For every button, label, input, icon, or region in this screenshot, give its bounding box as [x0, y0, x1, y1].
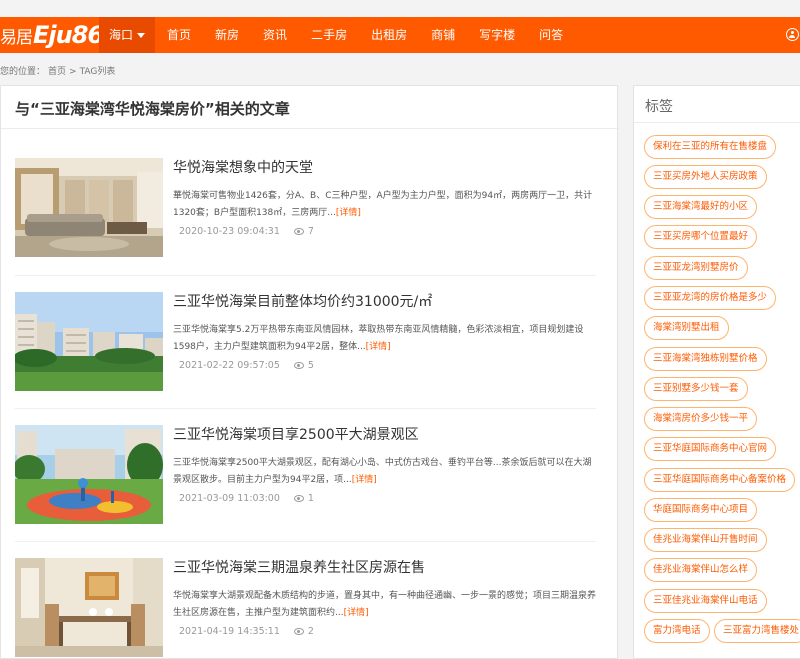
article-list-panel: 与“三亚海棠湾华悦海棠房价”相关的文章 华悦海棠想象中的天堂 華悦海棠可售物业1…	[0, 85, 619, 659]
site-logo[interactable]: 易居 Eju86	[0, 20, 104, 50]
eye-icon	[293, 628, 304, 635]
apartment-buildings-image	[15, 292, 163, 391]
article-title[interactable]: 华悦海棠想象中的天堂	[173, 157, 313, 177]
breadcrumb-current: TAG列表	[79, 67, 116, 77]
breadcrumb-prefix: 您的位置：	[0, 67, 46, 77]
tag-link[interactable]: 海棠湾房价多少钱一平	[644, 407, 758, 431]
tag-link[interactable]: 海棠湾别墅出租	[644, 316, 729, 340]
article-divider	[15, 275, 596, 276]
details-link[interactable]: [详情]	[366, 342, 391, 352]
article-meta: 2020-10-23 09:04:31 7	[179, 226, 314, 237]
nav-item-qa[interactable]: 问答	[527, 17, 575, 53]
nav-item-offices[interactable]: 写字楼	[467, 17, 527, 53]
details-link[interactable]: [详情]	[344, 608, 369, 618]
tag-link[interactable]: 三亚买房哪个位置最好	[644, 225, 758, 249]
article-meta: 2021-03-09 11:03:00 1	[179, 493, 314, 504]
nav-item-rentals[interactable]: 出租房	[359, 17, 419, 53]
article-views: 2	[307, 626, 314, 637]
title-divider	[1, 128, 619, 129]
breadcrumb-separator: >	[69, 67, 77, 77]
article-thumbnail[interactable]	[15, 558, 163, 657]
dining-room-image	[15, 558, 163, 657]
article-thumbnail[interactable]	[15, 292, 163, 391]
article-summary-text: 三亚华悦海棠享2500平大湖景观区，配有湖心小岛、中式仿古戏台、垂钓平台等...…	[173, 458, 592, 485]
living-room-image	[15, 158, 163, 257]
city-selector[interactable]: 海口	[99, 17, 156, 53]
sidebar-divider	[634, 122, 800, 123]
article-views: 5	[307, 360, 314, 371]
article-item: 三亚华悦海棠目前整体均价约31000元/㎡ 三亚华悦海棠享5.2万平热带东南亚风…	[15, 292, 596, 392]
nav-item-shops[interactable]: 商铺	[419, 17, 467, 53]
article-meta: 2021-02-22 09:57:05 5	[179, 360, 314, 371]
article-date: 2021-02-22 09:57:05	[179, 360, 280, 371]
nav-item-home[interactable]: 首页	[155, 17, 203, 53]
tag-link[interactable]: 三亚华庭国际商务中心备案价格	[644, 468, 796, 492]
tag-link[interactable]: 三亚富力湾售楼处	[714, 619, 800, 643]
tag-link[interactable]: 佳兆业海棠伴山怎么样	[644, 558, 758, 582]
article-title[interactable]: 三亚华悦海棠目前整体均价约31000元/㎡	[173, 291, 432, 311]
logo-cn-text: 易居	[0, 27, 33, 48]
city-label: 海口	[109, 28, 134, 42]
details-link[interactable]: [详情]	[352, 475, 377, 485]
article-date: 2021-03-09 11:03:00	[179, 493, 280, 504]
article-item: 华悦海棠想象中的天堂 華悦海棠可售物业1426套，分A、B、C三种户型，A户型为…	[15, 158, 596, 258]
article-thumbnail[interactable]	[15, 425, 163, 524]
article-summary: 三亚华悦海棠享2500平大湖景观区，配有湖心小岛、中式仿古戏台、垂钓平台等...…	[173, 455, 596, 489]
article-summary-text: 華悦海棠可售物业1426套，分A、B、C三种户型，A户型为主力户型，面积为94㎡…	[173, 191, 593, 218]
eye-icon	[293, 362, 304, 369]
tag-link[interactable]: 三亚华庭国际商务中心官网	[644, 437, 777, 461]
article-date: 2021-04-19 14:35:11	[179, 626, 280, 637]
article-views: 1	[307, 493, 314, 504]
details-link[interactable]: [详情]	[336, 208, 361, 218]
page-title: 与“三亚海棠湾华悦海棠房价”相关的文章	[15, 100, 290, 118]
tag-link[interactable]: 三亚买房外地人买房政策	[644, 165, 767, 189]
nav-item-news[interactable]: 资讯	[251, 17, 299, 53]
article-summary: 华悦海棠享大湖景观配备木质结构的步道，置身其中，有一种曲径通幽、一步一景的感觉；…	[173, 588, 596, 622]
sidebar-title: 标签	[645, 99, 673, 115]
tag-link[interactable]: 三亚海棠湾最好的小区	[644, 195, 758, 219]
breadcrumb-home[interactable]: 首页	[48, 67, 66, 77]
tag-link[interactable]: 华庭国际商务中心项目	[644, 498, 758, 522]
tag-link[interactable]: 三亚亚龙湾别墅房价	[644, 256, 748, 280]
article-summary: 三亚华悦海棠享5.2万平热带东南亚风情园林，萃取热带东南亚风情精髓，色彩浓淡相宜…	[173, 322, 596, 356]
user-icon[interactable]	[786, 28, 799, 41]
article-item: 三亚华悦海棠项目享2500平大湖景观区 三亚华悦海棠享2500平大湖景观区，配有…	[15, 425, 596, 525]
tag-link[interactable]: 三亚佳兆业海棠伴山电话	[644, 589, 767, 613]
nav-item-new-homes[interactable]: 新房	[203, 17, 251, 53]
tag-link[interactable]: 富力湾电话	[644, 619, 710, 643]
article-views: 7	[307, 226, 314, 237]
eye-icon	[293, 228, 304, 235]
tag-link[interactable]: 佳兆业海棠伴山开售时间	[644, 528, 767, 552]
breadcrumb: 您的位置： 首页 > TAG列表	[0, 64, 118, 77]
article-divider	[15, 408, 596, 409]
top-navbar: 易居 Eju86 海口 首页 新房 资讯 二手房 出租房 商铺 写字楼 问答	[0, 17, 800, 53]
article-summary: 華悦海棠可售物业1426套，分A、B、C三种户型，A户型为主力户型，面积为94㎡…	[173, 188, 596, 222]
article-meta: 2021-04-19 14:35:11 2	[179, 626, 314, 637]
article-title[interactable]: 三亚华悦海棠项目享2500平大湖景观区	[173, 424, 419, 444]
tag-link[interactable]: 三亚海棠湾独栋别墅价格	[644, 347, 767, 371]
playground-image	[15, 425, 163, 524]
tag-link[interactable]: 三亚亚龙湾的房价格是多少	[644, 286, 777, 310]
tag-link[interactable]: 三亚别墅多少钱一套	[644, 377, 748, 401]
article-date: 2020-10-23 09:04:31	[179, 226, 280, 237]
logo-en-text: Eju86	[33, 21, 104, 49]
main-nav: 海口 首页 新房 资讯 二手房 出租房 商铺 写字楼 问答	[99, 17, 575, 53]
nav-item-resale[interactable]: 二手房	[299, 17, 359, 53]
article-summary-text: 华悦海棠享大湖景观配备木质结构的步道，置身其中，有一种曲径通幽、一步一景的感觉；…	[173, 591, 597, 618]
article-title[interactable]: 三亚华悦海棠三期温泉养生社区房源在售	[173, 557, 425, 577]
chevron-down-icon	[137, 33, 146, 38]
tags-sidebar: 标签 保利在三亚的所有在售楼盘 三亚买房外地人买房政策 三亚海棠湾最好的小区 三…	[633, 85, 800, 659]
article-divider	[15, 541, 596, 542]
article-item: 三亚华悦海棠三期温泉养生社区房源在售 华悦海棠享大湖景观配备木质结构的步道，置身…	[15, 558, 596, 658]
eye-icon	[293, 495, 304, 502]
article-thumbnail[interactable]	[15, 158, 163, 257]
tag-link[interactable]: 保利在三亚的所有在售楼盘	[644, 135, 777, 159]
